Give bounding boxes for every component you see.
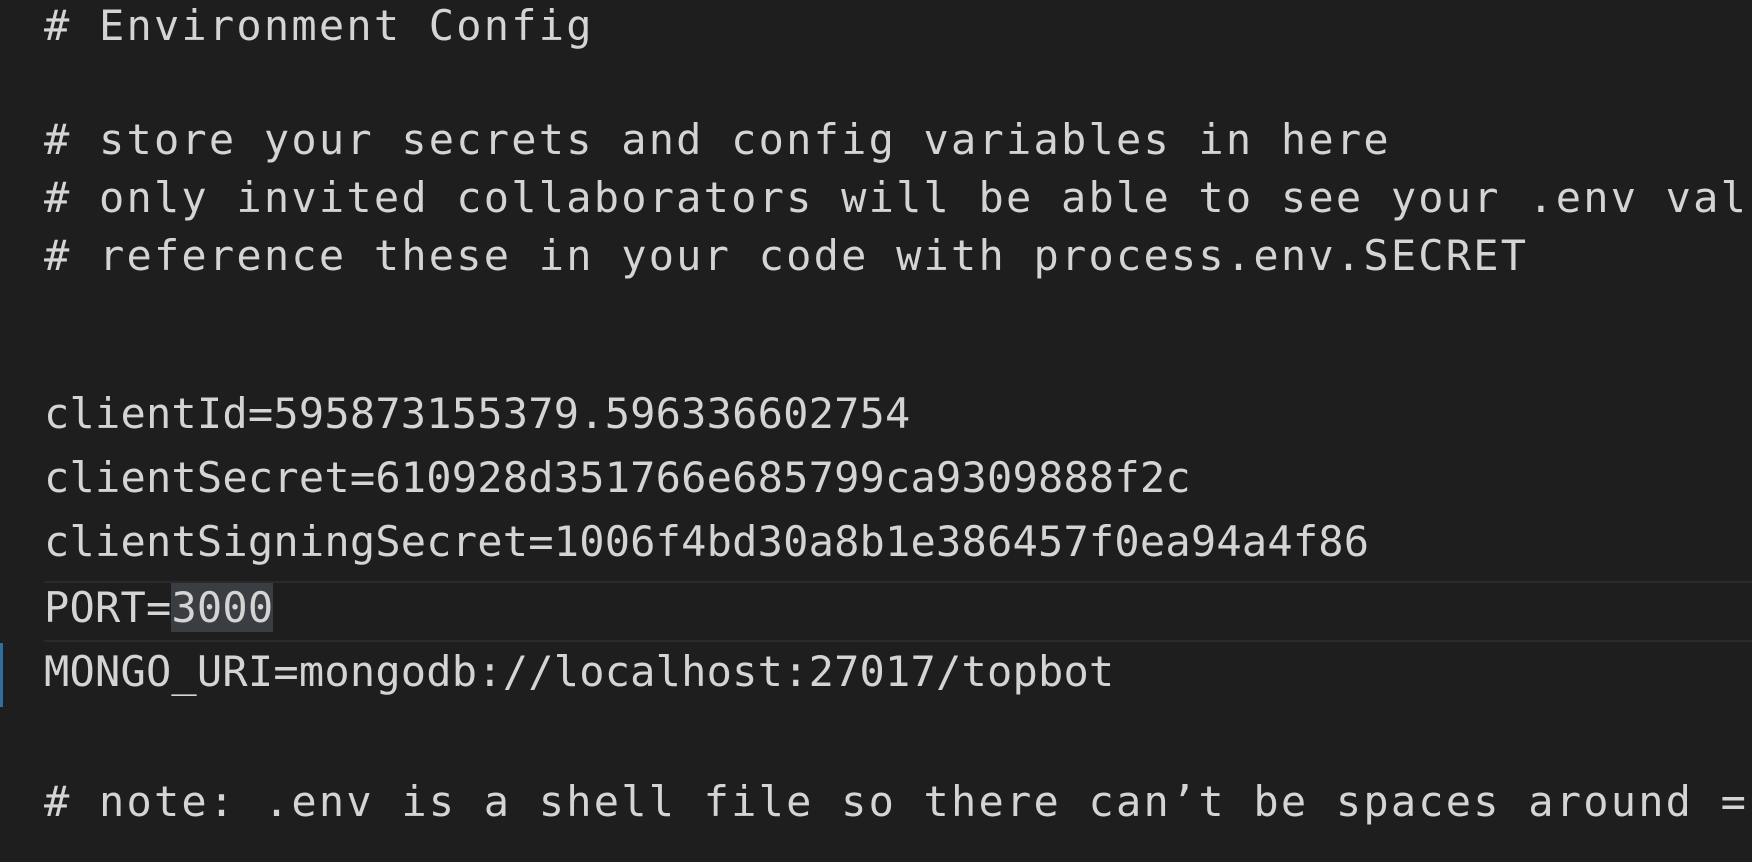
editor-line-4[interactable]: # only invited collaborators will be abl…: [44, 166, 1752, 230]
port-value-selection[interactable]: 3000: [171, 583, 274, 632]
editor-line-9[interactable]: clientSigningSecret=1006f4bd30a8b1e38645…: [44, 510, 1369, 574]
current-line-highlight: [44, 581, 1752, 642]
modified-line-gutter-marker: [0, 643, 3, 707]
port-key: PORT=: [44, 583, 172, 632]
editor-line-5[interactable]: # reference these in your code with proc…: [44, 224, 1528, 288]
editor-line-3[interactable]: # store your secrets and config variable…: [44, 108, 1391, 172]
editor-line-1[interactable]: # Environment Config: [44, 0, 594, 58]
editor-line-8[interactable]: clientSecret=610928d351766e685799ca93098…: [44, 446, 1191, 510]
editor-line-10[interactable]: PORT=3000: [44, 576, 274, 640]
editor-line-13[interactable]: # note: .env is a shell file so there ca…: [44, 770, 1748, 834]
editor-line-7[interactable]: clientId=595873155379.596336602754: [44, 382, 911, 446]
code-editor[interactable]: # Environment Config # store your secret…: [0, 0, 1752, 862]
editor-line-11[interactable]: MONGO_URI=mongodb://localhost:27017/topb…: [44, 640, 1114, 704]
